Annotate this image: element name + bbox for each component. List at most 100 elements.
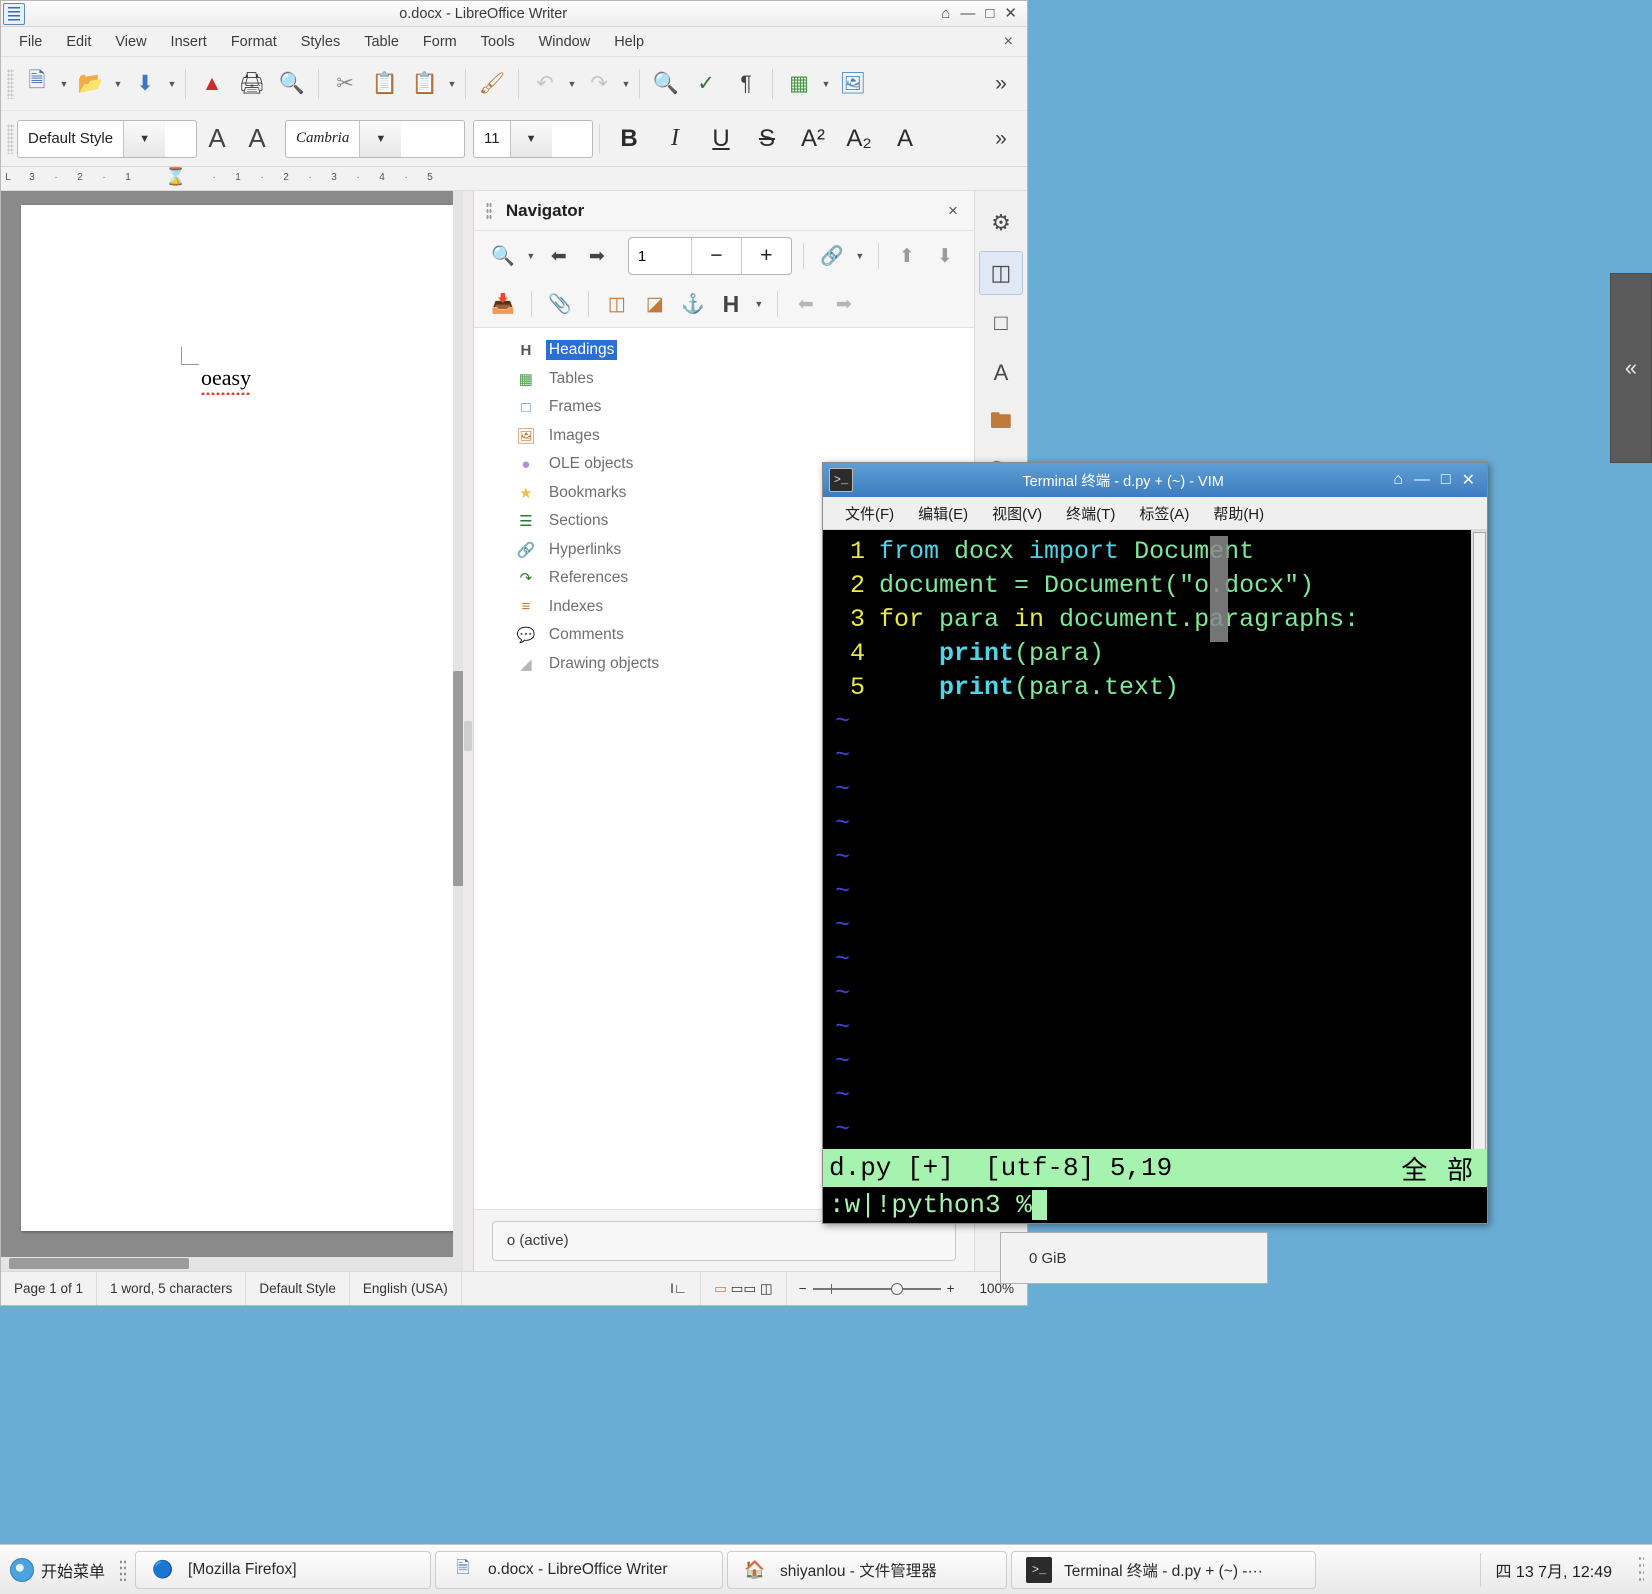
indent-marker-icon[interactable]: ⌛ bbox=[145, 167, 207, 187]
demote-chapter-icon[interactable]: ⬇ bbox=[928, 239, 962, 273]
document-hscroll-thumb[interactable] bbox=[9, 1258, 189, 1269]
anchor-icon[interactable]: ⚓ bbox=[676, 287, 710, 321]
list-box-prev-icon[interactable]: ⬅ bbox=[789, 287, 823, 321]
page-number-value[interactable]: 1 bbox=[629, 238, 691, 274]
sidebar-gallery-icon[interactable]: 🖿 bbox=[979, 401, 1023, 445]
header-jump-icon[interactable]: ◫ bbox=[600, 287, 634, 321]
next-icon[interactable]: ➡ bbox=[580, 239, 614, 273]
pane-splitter[interactable] bbox=[462, 191, 473, 1271]
document-text[interactable]: oeasy bbox=[201, 365, 252, 395]
writer-close-button[interactable]: ✕ bbox=[1004, 6, 1017, 21]
font-size-caret-icon[interactable]: ▼ bbox=[509, 120, 552, 157]
sidebar-page-icon[interactable]: □ bbox=[979, 301, 1023, 345]
new-dropdown-caret-icon[interactable]: ▼ bbox=[57, 79, 71, 89]
navigation-caret-icon[interactable]: ▼ bbox=[524, 251, 538, 261]
paragraph-style-caret-icon[interactable]: ▼ bbox=[123, 120, 166, 157]
previous-icon[interactable]: ⬅ bbox=[542, 239, 576, 273]
zoom-slider-knob[interactable] bbox=[890, 1282, 903, 1295]
navigator-item-frames[interactable]: □ Frames bbox=[516, 393, 974, 422]
page-decrement-button[interactable]: − bbox=[690, 238, 741, 274]
page-increment-button[interactable]: + bbox=[740, 238, 791, 274]
horizontal-ruler[interactable]: L 3 · 2 · 1 ⌛ · 1 · 2 · 3 · 4 · 5 bbox=[1, 167, 1027, 191]
menu-help[interactable]: Help bbox=[602, 31, 656, 53]
document-page[interactable]: oeasy bbox=[21, 205, 467, 1231]
terminal-menu-tabs[interactable]: 标签(A) bbox=[1127, 503, 1201, 524]
font-name-caret-icon[interactable]: ▼ bbox=[359, 120, 402, 157]
copy-icon[interactable]: 📋 bbox=[365, 64, 405, 104]
footer-jump-icon[interactable]: ◪ bbox=[638, 287, 672, 321]
clear-formatting-button[interactable]: A bbox=[882, 125, 928, 153]
single-page-view-icon[interactable]: ▭ bbox=[714, 1281, 727, 1297]
terminal-close-button[interactable]: ✕ bbox=[1462, 470, 1475, 490]
terminal-menu-file[interactable]: 文件(F) bbox=[833, 503, 906, 524]
strikethrough-button[interactable]: S bbox=[744, 125, 790, 153]
sidebar-styles-icon[interactable]: A bbox=[979, 351, 1023, 395]
menu-view[interactable]: View bbox=[103, 31, 158, 53]
sidebar-settings-icon[interactable]: ⚙ bbox=[979, 201, 1023, 245]
zoom-slider[interactable]: − + bbox=[787, 1281, 967, 1296]
status-selection-mode-icon[interactable]: I∟ bbox=[657, 1272, 702, 1305]
promote-chapter-icon[interactable]: ⬆ bbox=[890, 239, 924, 273]
print-preview-icon[interactable]: 🔍 bbox=[272, 64, 312, 104]
subscript-button[interactable]: A₂ bbox=[836, 125, 882, 153]
paste-icon[interactable]: 📋 bbox=[405, 64, 445, 104]
paste-dropdown-caret-icon[interactable]: ▼ bbox=[445, 79, 459, 89]
taskbar-item-firefox[interactable]: 🔵 [Mozilla Firefox] bbox=[135, 1550, 432, 1589]
redo-icon[interactable]: ↷ bbox=[579, 64, 619, 104]
zoom-slider-track[interactable] bbox=[812, 1282, 941, 1295]
taskbar-item-terminal[interactable]: >_ Terminal 终端 - d.py + (~) -··· bbox=[1011, 1550, 1317, 1589]
heading-levels-icon[interactable]: H bbox=[714, 287, 748, 321]
standard-toolbar-overflow-icon[interactable]: » bbox=[981, 64, 1021, 104]
background-window[interactable]: 0 GiB bbox=[1000, 1232, 1268, 1284]
font-size-combo[interactable]: 11 ▼ bbox=[473, 119, 593, 158]
new-style-icon[interactable]: A bbox=[237, 119, 277, 159]
update-style-icon[interactable]: A bbox=[197, 119, 237, 159]
terminal-minimize-button[interactable]: — bbox=[1414, 471, 1430, 489]
terminal-vertical-scrollbar[interactable] bbox=[1471, 530, 1487, 1149]
tray-grip[interactable] bbox=[1638, 1554, 1644, 1585]
drag-mode-caret-icon[interactable]: ▼ bbox=[853, 251, 867, 261]
navigation-toggle-icon[interactable]: 🔍 bbox=[486, 239, 520, 273]
status-view-layout-icons[interactable]: ▭ ▭▭ ◫ bbox=[701, 1272, 787, 1305]
status-page[interactable]: Page 1 of 1 bbox=[1, 1272, 98, 1305]
document-close-button[interactable]: × bbox=[1004, 33, 1013, 51]
spelling-icon[interactable]: ✓ bbox=[686, 64, 726, 104]
underline-button[interactable]: U bbox=[698, 125, 744, 153]
vim-editor-area[interactable]: 1 from docx import Document 2 document = D… bbox=[827, 534, 1467, 1149]
menu-insert[interactable]: Insert bbox=[159, 31, 219, 53]
menu-styles[interactable]: Styles bbox=[289, 31, 353, 53]
superscript-button[interactable]: A² bbox=[790, 125, 836, 153]
menu-window[interactable]: Window bbox=[527, 31, 603, 53]
drag-mode-icon[interactable]: 🔗 bbox=[815, 239, 849, 273]
formatting-marks-icon[interactable]: ¶ bbox=[726, 64, 766, 104]
list-box-next-icon[interactable]: ➡ bbox=[827, 287, 861, 321]
menu-table[interactable]: Table bbox=[352, 31, 411, 53]
taskbar-item-writer[interactable]: 🗎 o.docx - LibreOffice Writer bbox=[435, 1550, 724, 1589]
insert-table-icon[interactable]: ▦ bbox=[779, 64, 819, 104]
toolbar-grip[interactable] bbox=[7, 68, 14, 99]
navigator-item-headings[interactable]: H Headings bbox=[516, 336, 974, 365]
document-horizontal-scrollbar[interactable] bbox=[1, 1257, 473, 1271]
vim-command-line[interactable]: :w|!python3 % bbox=[823, 1187, 1487, 1223]
bold-button[interactable]: B bbox=[606, 125, 652, 153]
terminal-menu-view[interactable]: 视图(V) bbox=[980, 503, 1054, 524]
new-document-icon[interactable]: 🗎 bbox=[17, 64, 57, 104]
taskbar-item-file-manager[interactable]: 🏠 shiyanlou - 文件管理器 bbox=[727, 1550, 1008, 1589]
cut-icon[interactable]: ✂ bbox=[325, 64, 365, 104]
italic-button[interactable]: I bbox=[652, 125, 698, 152]
terminal-vscroll-thumb[interactable] bbox=[1473, 532, 1486, 1149]
terminal-maximize-button[interactable]: □ bbox=[1441, 471, 1451, 489]
formatting-toolbar-overflow-icon[interactable]: » bbox=[981, 119, 1021, 159]
open-dropdown-caret-icon[interactable]: ▼ bbox=[111, 79, 125, 89]
page-spinner[interactable]: 1 − + bbox=[627, 237, 792, 275]
insert-image-icon[interactable]: 🖼 bbox=[833, 64, 873, 104]
set-reminder-icon[interactable]: 📥 bbox=[486, 287, 520, 321]
writer-minimize-button[interactable]: — bbox=[960, 6, 975, 21]
undo-icon[interactable]: ↶ bbox=[525, 64, 565, 104]
collapse-panel-handle[interactable]: « bbox=[1610, 273, 1652, 463]
terminal-shade-button[interactable]: ⌂ bbox=[1393, 471, 1403, 489]
writer-restore-button[interactable]: ⌂ bbox=[941, 6, 950, 21]
zoom-out-button[interactable]: − bbox=[799, 1281, 807, 1296]
book-view-icon[interactable]: ◫ bbox=[760, 1281, 773, 1297]
terminal-menu-terminal[interactable]: 终端(T) bbox=[1054, 503, 1127, 524]
